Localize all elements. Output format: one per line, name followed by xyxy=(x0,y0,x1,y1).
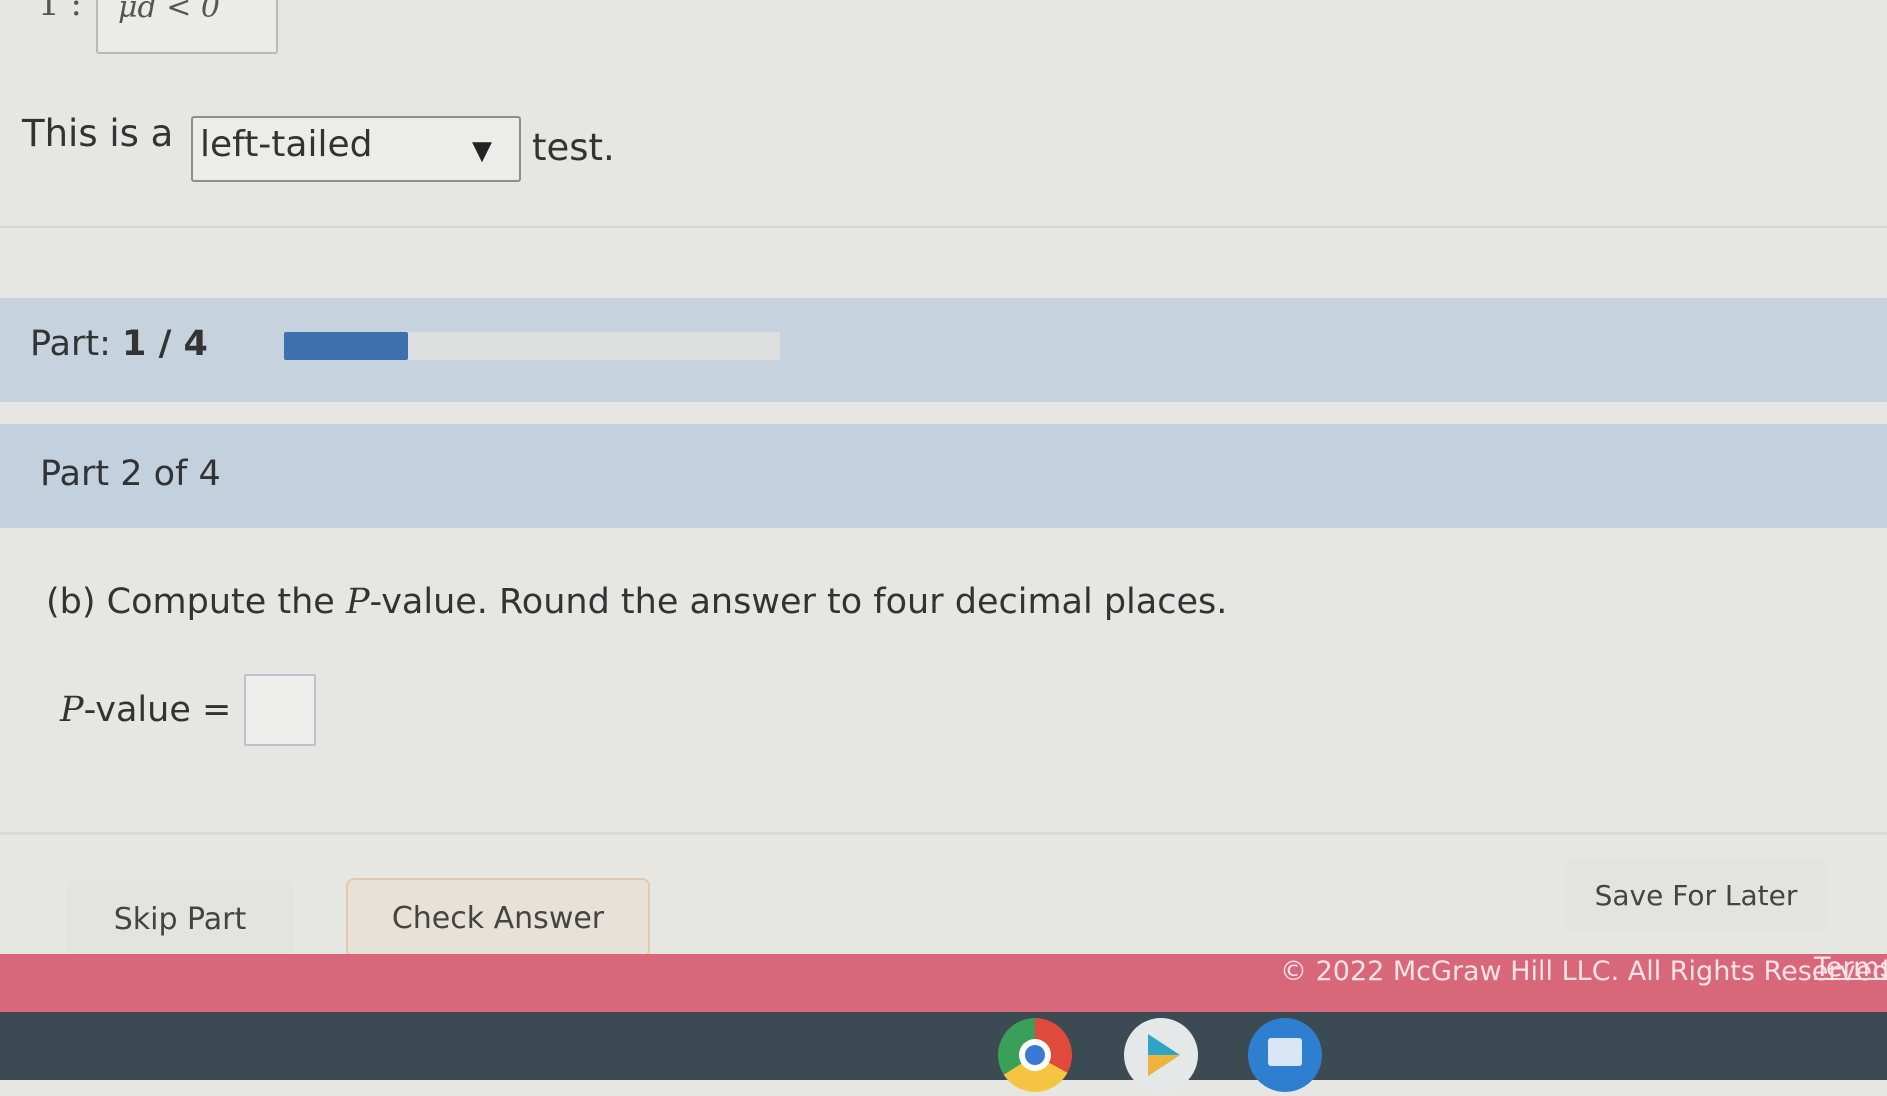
question-prefix: (b) Compute the xyxy=(46,582,346,622)
p-value-label-text: -value = xyxy=(83,690,232,730)
tail-suffix-text: test. xyxy=(532,126,615,169)
part-count: 1 / 4 xyxy=(122,324,208,364)
question-text: (b) Compute the P-value. Round the answe… xyxy=(46,582,1227,622)
play-triangle-icon xyxy=(1148,1034,1180,1076)
question-rest: -value. Round the answer to four decimal… xyxy=(369,582,1228,622)
play-store-icon[interactable] xyxy=(1124,1018,1198,1092)
progress-fill xyxy=(284,332,408,360)
chrome-icon-center xyxy=(1025,1045,1045,1065)
divider xyxy=(0,832,1887,835)
hypothesis-box-text: μd < 0 xyxy=(118,0,220,25)
p-value-label: P-value = xyxy=(60,690,231,730)
question-p-symbol: P xyxy=(345,582,370,622)
part-header-banner xyxy=(0,424,1887,528)
p-value-input[interactable] xyxy=(244,674,316,746)
part-header: Part 2 of 4 xyxy=(40,454,221,494)
tail-type-selected-value: left-tailed xyxy=(200,124,373,165)
divider xyxy=(0,226,1887,228)
p-value-symbol: P xyxy=(60,690,84,730)
skip-part-button[interactable]: Skip Part xyxy=(66,880,294,958)
check-answer-button[interactable]: Check Answer xyxy=(346,878,650,958)
part-progress-label: Part: 1 / 4 xyxy=(30,324,208,364)
tail-prefix-text: This is a xyxy=(22,112,174,155)
hypothesis-prefix: 1 : xyxy=(38,0,82,24)
copyright-text: © 2022 McGraw Hill LLC. All Rights Reser… xyxy=(1280,956,1887,987)
docs-icon-page xyxy=(1268,1038,1302,1066)
dropdown-caret-icon: ▼ xyxy=(472,136,492,166)
part-label-text: Part: xyxy=(30,324,111,364)
save-for-later-button[interactable]: Save For Later xyxy=(1564,858,1828,932)
terms-link[interactable]: Terms xyxy=(1814,952,1887,983)
taskbar xyxy=(0,1012,1887,1080)
